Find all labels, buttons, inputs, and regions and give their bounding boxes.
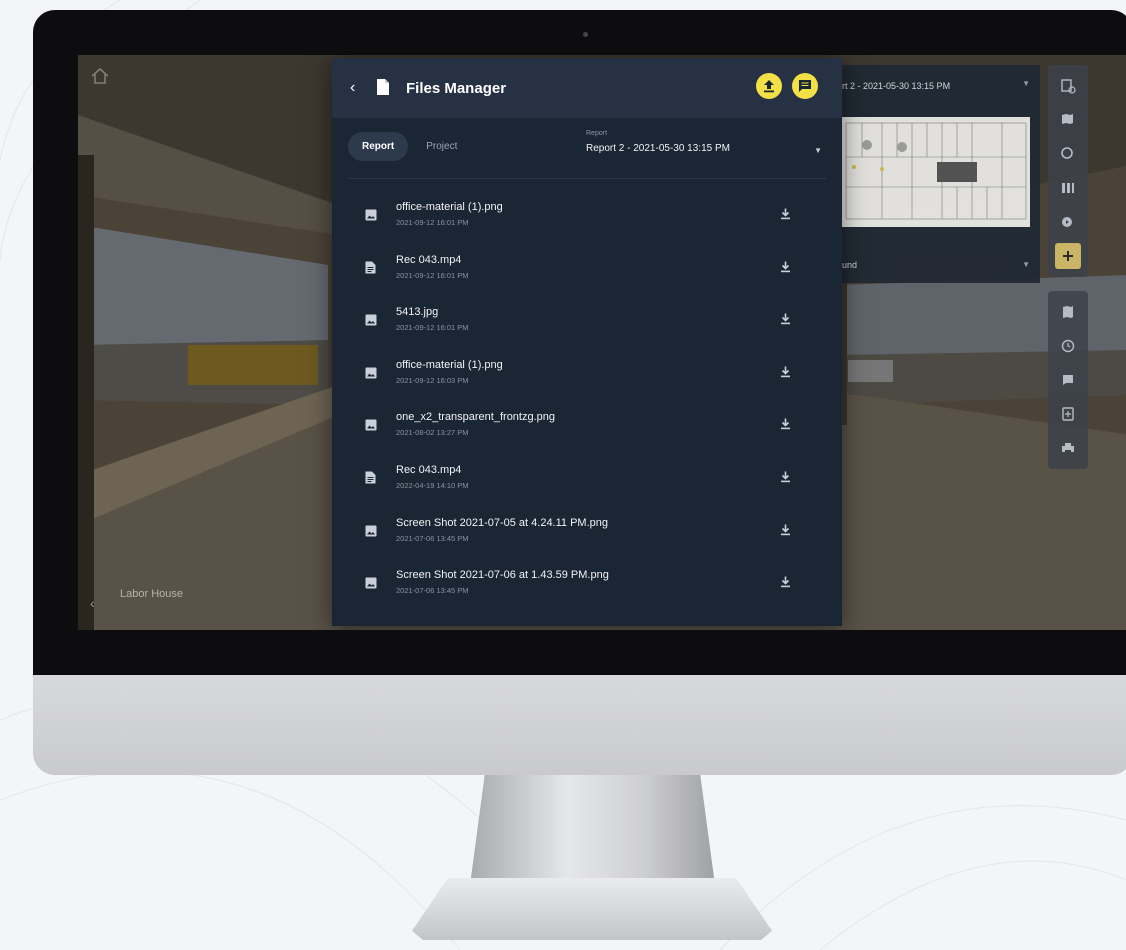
file-row[interactable]: Screen Shot 2021-07-06 at 1.43.59 PM.png… xyxy=(332,556,842,609)
file-row[interactable]: office-material (1).png 2021-09-12 16:03 … xyxy=(332,346,842,399)
chevron-down-icon: ▼ xyxy=(1022,260,1030,269)
toolbar-group-bottom xyxy=(1048,291,1088,469)
file-date: 2021-07-06 13:45 PM xyxy=(396,533,469,543)
file-row[interactable]: 5413.jpg 2021-09-12 16:01 PM xyxy=(332,293,842,346)
toolbar-group-top xyxy=(1048,65,1088,277)
file-date: 2021-07-06 13:45 PM xyxy=(396,586,469,596)
print-icon[interactable] xyxy=(1055,435,1081,461)
back-icon[interactable]: ‹ xyxy=(350,80,355,96)
camera-dot xyxy=(583,32,588,37)
files-manager-header: ‹ Files Manager xyxy=(332,58,842,118)
image-icon xyxy=(365,576,377,594)
monitor-chin xyxy=(33,675,1126,775)
document-icon xyxy=(365,261,376,279)
download-icon[interactable] xyxy=(780,207,791,225)
map-floor-value: und xyxy=(842,260,858,270)
comment-button[interactable] xyxy=(792,73,818,99)
document-icon xyxy=(365,471,376,489)
file-date: 2021-09-12 16:01 PM xyxy=(396,323,469,333)
chevron-down-icon: ▼ xyxy=(814,146,822,155)
tab-report[interactable]: Report xyxy=(348,132,409,161)
page-title: Files Manager xyxy=(406,80,507,97)
file-date: 2022-04-19 14:10 PM xyxy=(396,480,469,490)
file-name: Screen Shot 2021-07-06 at 1.43.59 PM.png xyxy=(396,569,609,582)
home-icon[interactable] xyxy=(90,67,110,90)
file-name: Screen Shot 2021-07-05 at 4.24.11 PM.png xyxy=(396,516,608,529)
monitor-stand-base xyxy=(412,878,772,940)
file-list: office-material (1).png 2021-09-12 16:01 … xyxy=(332,188,842,609)
file-row[interactable]: office-material (1).png 2021-09-12 16:01 … xyxy=(332,188,842,241)
file-date: 2021-09-12 16:01 PM xyxy=(396,218,469,227)
map-panel: rt 2 - 2021-05-30 13:15 PM ▼ und ▼ xyxy=(840,65,1040,283)
add-icon[interactable] xyxy=(1055,243,1081,269)
file-date: 2021-09-12 16:01 PM xyxy=(396,270,469,280)
divider xyxy=(348,178,826,179)
floorplan-map[interactable] xyxy=(842,117,1030,227)
file-icon xyxy=(376,78,390,101)
file-date: 2021-08-02 13:27 PM xyxy=(396,428,469,438)
upload-icon xyxy=(764,80,774,93)
floorplan-icon[interactable] xyxy=(1055,299,1081,325)
image-icon xyxy=(365,313,377,331)
files-manager-panel: ‹ Files Manager Report Project Report Re… xyxy=(332,58,842,626)
download-icon[interactable] xyxy=(780,575,791,593)
video-settings-icon[interactable] xyxy=(1055,209,1081,235)
tab-project[interactable]: Project xyxy=(412,132,471,161)
right-toolbar xyxy=(1048,65,1088,469)
report-select-label: Report xyxy=(586,130,608,137)
upload-button[interactable] xyxy=(756,73,782,99)
download-icon[interactable] xyxy=(780,365,791,383)
search-settings-icon[interactable] xyxy=(1055,141,1081,167)
file-add-icon[interactable] xyxy=(1055,401,1081,427)
file-date: 2021-09-12 16:03 PM xyxy=(396,375,469,385)
comment-icon xyxy=(799,80,811,92)
location-label: Labor House xyxy=(120,588,183,600)
file-name: Rec 043.mp4 xyxy=(396,253,462,266)
tab-bar: Report Project xyxy=(348,132,471,161)
report-select-value: Report 2 - 2021-05-30 13:15 PM xyxy=(586,143,730,154)
map-report-value: rt 2 - 2021-05-30 13:15 PM xyxy=(842,81,951,91)
download-icon[interactable] xyxy=(780,417,791,435)
file-name: one_x2_transparent_frontzg.png xyxy=(396,411,556,424)
file-row[interactable]: Screen Shot 2021-07-05 at 4.24.11 PM.png… xyxy=(332,504,842,557)
file-name: Rec 043.mp4 xyxy=(396,463,462,476)
file-name: 5413.jpg xyxy=(396,306,439,319)
image-icon xyxy=(365,366,377,384)
download-icon[interactable] xyxy=(780,523,791,541)
file-row[interactable]: one_x2_transparent_frontzg.png 2021-08-02… xyxy=(332,398,842,451)
chevron-down-icon: ▼ xyxy=(1022,79,1030,88)
image-icon xyxy=(365,208,377,226)
scene-back-icon[interactable]: ‹ xyxy=(90,595,95,611)
file-row[interactable]: Rec 043.mp4 2022-04-19 14:10 PM xyxy=(332,451,842,504)
file-name: office-material (1).png xyxy=(396,201,503,213)
download-icon[interactable] xyxy=(780,260,791,278)
file-name: office-material (1).png xyxy=(396,358,503,371)
map-report-select[interactable]: rt 2 - 2021-05-30 13:15 PM ▼ xyxy=(840,65,1040,110)
download-icon[interactable] xyxy=(780,470,791,488)
map-settings-icon[interactable] xyxy=(1055,107,1081,133)
report-settings-icon[interactable] xyxy=(1055,73,1081,99)
monitor-stand xyxy=(470,775,715,885)
image-icon xyxy=(365,524,377,542)
download-icon[interactable] xyxy=(780,312,791,330)
file-row[interactable]: Rec 043.mp4 2021-09-12 16:01 PM xyxy=(332,241,842,294)
screen: Labor House ‹ rt 2 - 2021-05-30 13:15 PM… xyxy=(78,55,1126,630)
compare-icon[interactable] xyxy=(1055,175,1081,201)
report-select[interactable]: Report Report 2 - 2021-05-30 13:15 PM ▼ xyxy=(586,130,830,155)
image-icon xyxy=(365,418,377,436)
clock-icon[interactable] xyxy=(1055,333,1081,359)
comment-icon[interactable] xyxy=(1055,367,1081,393)
